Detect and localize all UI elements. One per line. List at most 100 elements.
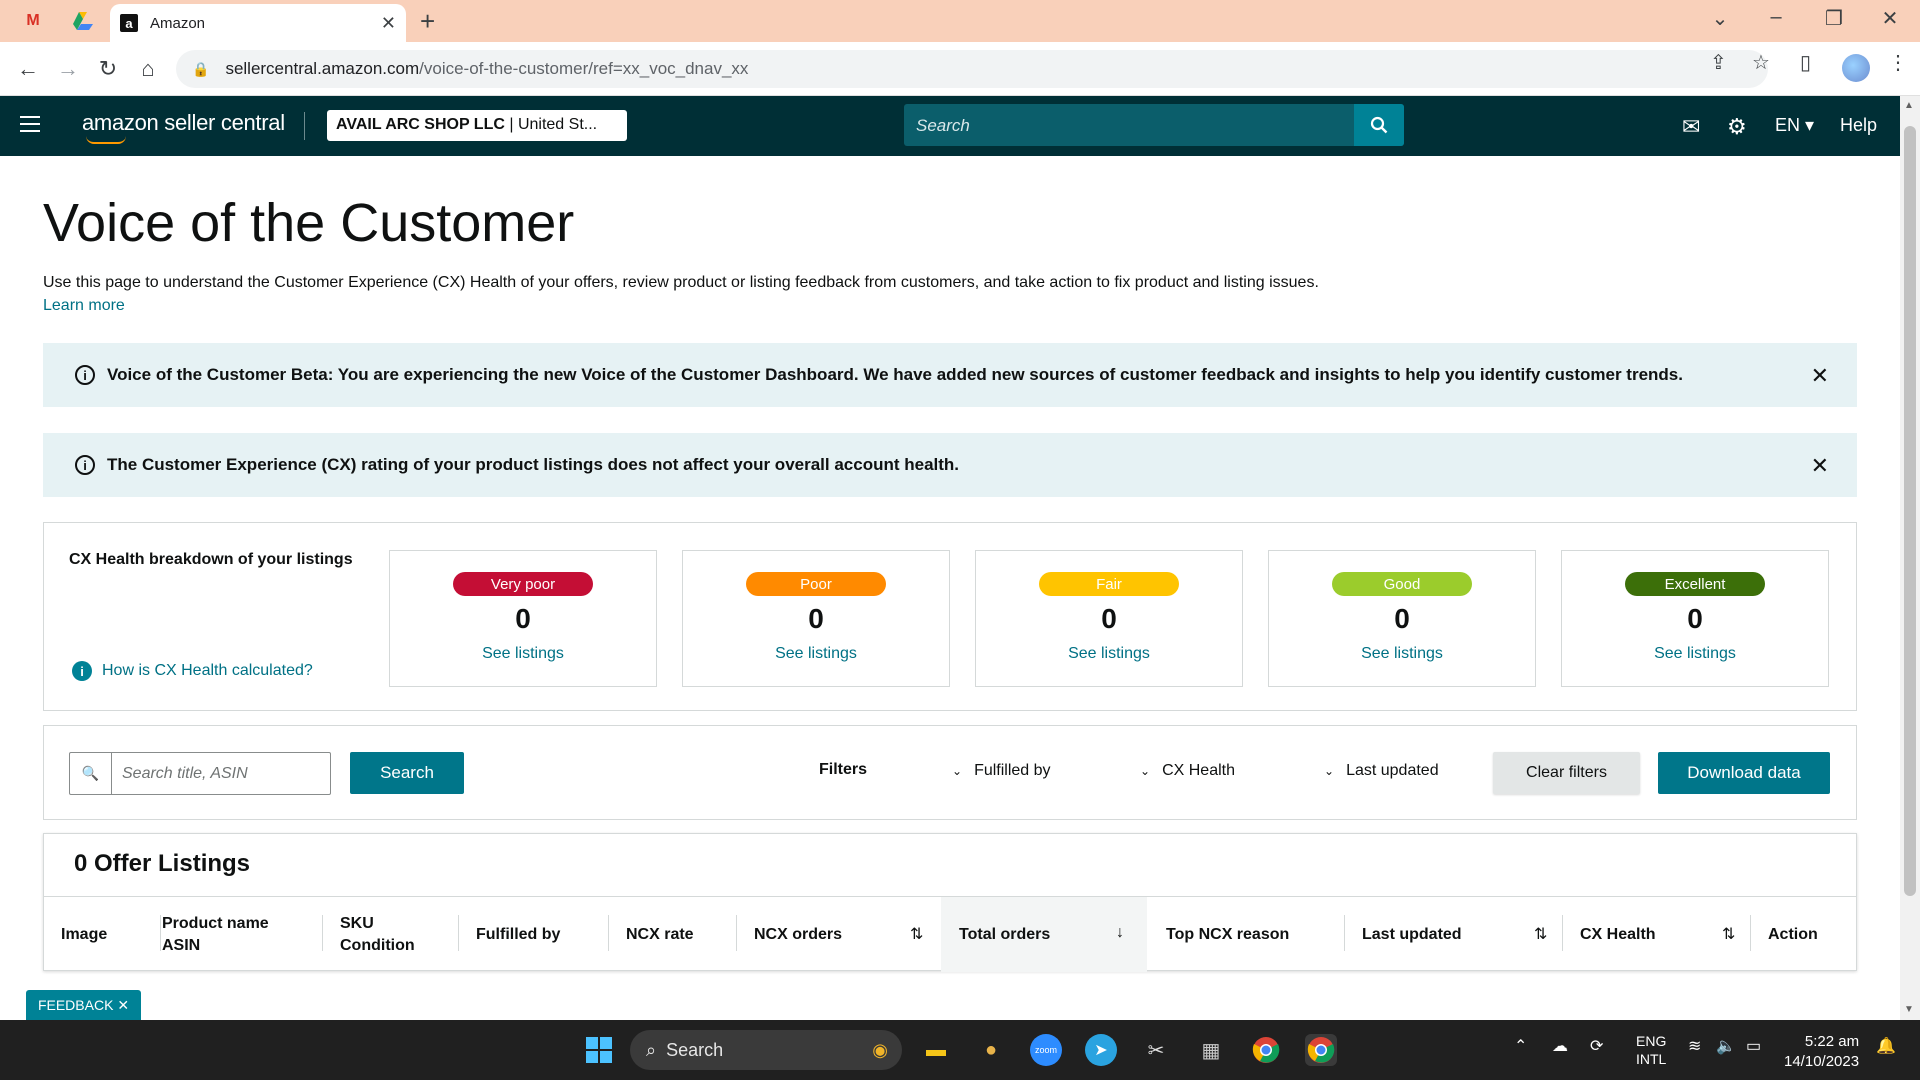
active-tab[interactable]: a Amazon ✕ [110, 4, 406, 42]
listing-search-input[interactable] [112, 753, 330, 794]
search-icon: ⌕ [646, 1039, 657, 1060]
feedback-button[interactable]: FEEDBACK ✕ [26, 990, 141, 1020]
close-icon[interactable]: ✕ [117, 997, 129, 1014]
settings-gear-icon[interactable]: ⚙ [1727, 114, 1747, 140]
telegram-icon[interactable]: ➤ [1085, 1034, 1117, 1066]
side-panel-icon[interactable]: ▯ [1800, 50, 1811, 75]
share-icon[interactable]: ⇪ [1710, 50, 1727, 75]
browser-menu-icon[interactable]: ⋮ [1888, 50, 1908, 75]
windows-start-icon[interactable] [583, 1034, 615, 1066]
col-condition-label: Condition [340, 936, 415, 954]
profile-avatar[interactable] [1842, 54, 1870, 82]
new-tab-icon[interactable]: + [420, 6, 435, 37]
listing-search-button[interactable]: Search [350, 752, 464, 794]
forward-icon[interactable]: → [54, 56, 82, 82]
info-icon: i [75, 365, 95, 385]
sort-icon[interactable]: ⇅ [910, 924, 923, 944]
cx-health-dropdown[interactable]: ⌄ CX Health [1140, 762, 1235, 780]
sort-descending-icon[interactable]: ↓ [1116, 924, 1124, 942]
page-scrollbar[interactable]: ▲ ▼ [1900, 96, 1920, 1020]
see-listings-link[interactable]: See listings [683, 645, 949, 663]
wifi-icon[interactable]: ≋ [1688, 1036, 1701, 1056]
language-indicator[interactable]: ENG INTL [1636, 1032, 1666, 1068]
cx-card-fair: Fair 0 See listings [975, 550, 1243, 687]
see-listings-link[interactable]: See listings [1562, 645, 1828, 663]
tray-overflow-chevron-icon[interactable]: ⌃ [1514, 1036, 1527, 1056]
sync-icon[interactable]: ⟳ [1590, 1036, 1603, 1056]
app-icon[interactable]: ● [975, 1034, 1007, 1066]
last-updated-dropdown[interactable]: ⌄ Last updated [1324, 762, 1439, 780]
chevron-down-icon: ⌄ [952, 764, 963, 778]
tab-search-chevron-icon[interactable]: ⌄ [1700, 6, 1740, 31]
see-listings-link[interactable]: See listings [390, 645, 656, 663]
onedrive-icon[interactable]: ☁ [1552, 1036, 1568, 1056]
close-icon[interactable]: ✕ [1811, 453, 1829, 479]
col-total-orders[interactable]: Total orders [959, 897, 1050, 972]
lang-bottom: INTL [1636, 1051, 1667, 1067]
col-sku[interactable]: SKU Condition [340, 897, 415, 972]
close-window-icon[interactable]: ✕ [1870, 6, 1910, 31]
close-icon[interactable]: ✕ [1811, 363, 1829, 389]
scroll-down-icon[interactable]: ▼ [1904, 1004, 1914, 1015]
windows-taskbar: ⌕ Search ◉ ▬ ● zoom ➤ ✂ ▦ ⌃ ☁ ⟳ ENG INTL… [0, 1020, 1920, 1080]
col-ncx-orders[interactable]: NCX orders [754, 897, 842, 972]
seller-central-logo[interactable]: amazon seller central [82, 110, 285, 144]
address-bar[interactable]: 🔒 sellercentral.amazon.com/voice-of-the-… [176, 50, 1768, 88]
sort-icon[interactable]: ⇅ [1534, 924, 1547, 944]
system-clock[interactable]: 5:22 am 14/10/2023 [1784, 1032, 1859, 1072]
search-icon [1370, 116, 1388, 134]
mail-icon[interactable]: ✉ [1682, 114, 1700, 140]
browser-toolbar: ← → ↻ ⌂ 🔒 sellercentral.amazon.com/voice… [0, 42, 1920, 96]
language-selector[interactable]: EN ▾ [1775, 115, 1814, 136]
file-explorer-icon[interactable]: ▬ [920, 1034, 952, 1066]
reload-icon[interactable]: ↻ [94, 56, 122, 82]
gmail-pinned-tab[interactable]: M [20, 8, 46, 34]
col-last-updated[interactable]: Last updated [1362, 897, 1462, 972]
see-listings-link[interactable]: See listings [1269, 645, 1535, 663]
scroll-thumb[interactable] [1904, 126, 1916, 896]
cx-card-good: Good 0 See listings [1268, 550, 1536, 687]
beta-alert: i Voice of the Customer Beta: You are ex… [43, 343, 1857, 407]
calculator-icon[interactable]: ▦ [1195, 1034, 1227, 1066]
back-icon[interactable]: ← [14, 56, 42, 82]
taskbar-search[interactable]: ⌕ Search ◉ [630, 1030, 902, 1070]
header-search-box[interactable]: Search [904, 104, 1404, 146]
chrome-icon[interactable] [1250, 1034, 1282, 1066]
download-data-button[interactable]: Download data [1658, 752, 1830, 794]
url-host: sellercentral.amazon.com [225, 59, 420, 78]
clear-filters-button[interactable]: Clear filters [1493, 752, 1640, 794]
see-listings-link[interactable]: See listings [976, 645, 1242, 663]
lock-icon[interactable]: 🔒 [192, 61, 209, 78]
col-product-name[interactable]: Product name ASIN [162, 897, 269, 972]
notification-bell-icon[interactable]: 🔔 [1876, 1036, 1896, 1056]
chrome-active-icon[interactable] [1305, 1034, 1337, 1066]
sort-icon[interactable]: ⇅ [1722, 924, 1735, 944]
header-search-button[interactable] [1354, 104, 1404, 146]
learn-more-link[interactable]: Learn more [43, 297, 125, 315]
account-switcher[interactable]: AVAIL ARC SHOP LLC | United St... [327, 110, 627, 141]
scroll-up-icon[interactable]: ▲ [1904, 100, 1914, 111]
help-link[interactable]: Help [1840, 115, 1877, 136]
maximize-icon[interactable]: ❐ [1814, 6, 1854, 31]
col-product-name-label: Product name [162, 914, 269, 932]
hamburger-menu-icon[interactable] [20, 116, 40, 132]
clock-date: 14/10/2023 [1784, 1053, 1860, 1070]
browser-tab-bar: M a Amazon ✕ + ⌄ – ❐ ✕ [0, 0, 1920, 42]
fulfilled-by-dropdown[interactable]: ⌄ Fulfilled by [952, 762, 1051, 780]
col-cx-health[interactable]: CX Health [1580, 897, 1656, 972]
status-badge: Good [1332, 572, 1472, 596]
search-icon: 🔍 [70, 753, 112, 794]
bookmark-star-icon[interactable]: ☆ [1752, 50, 1770, 75]
drive-pinned-tab[interactable] [70, 8, 96, 34]
snipping-tool-icon[interactable]: ✂ [1140, 1034, 1172, 1066]
zoom-icon[interactable]: zoom [1030, 1034, 1062, 1066]
minimize-icon[interactable]: – [1756, 6, 1796, 29]
battery-icon[interactable]: ▭ [1746, 1036, 1761, 1056]
volume-icon[interactable]: 🔈 [1716, 1036, 1736, 1056]
how-cx-health-link[interactable]: i How is CX Health calculated? [72, 661, 313, 681]
tab-close-icon[interactable]: ✕ [381, 13, 396, 34]
feedback-label: FEEDBACK [37, 997, 114, 1013]
home-icon[interactable]: ⌂ [134, 56, 162, 82]
header-search-input[interactable]: Search [916, 116, 970, 136]
status-badge: Excellent [1625, 572, 1765, 596]
